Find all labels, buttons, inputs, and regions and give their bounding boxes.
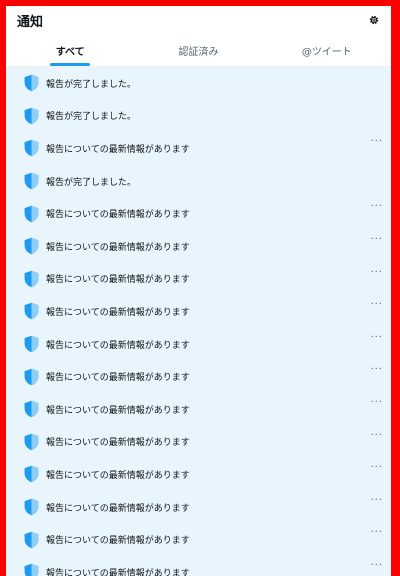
tab-verified[interactable]: 認証済み (134, 34, 262, 66)
more-icon[interactable]: ··· (370, 463, 383, 473)
shield-icon (23, 433, 40, 451)
more-icon[interactable]: ··· (370, 137, 383, 147)
shield-icon (23, 74, 40, 92)
notifications-panel: 通知 すべて 認証済み @ツイート 報告が完了しました。 報告が完了しました。 報告… (6, 6, 391, 576)
shield-icon (23, 139, 40, 157)
notification-text: 報告が完了しました。 (46, 112, 137, 123)
shield-icon (23, 563, 40, 576)
notification-text: 報告についての最新情報があります (46, 144, 190, 155)
list-item[interactable]: 報告についての最新情報があります ··· (6, 491, 391, 524)
notification-text: 報告についての最新情報があります (46, 405, 190, 416)
notification-text: 報告についての最新情報があります (46, 307, 190, 318)
more-icon[interactable]: ··· (370, 430, 383, 440)
shield-icon (23, 368, 40, 386)
more-icon[interactable]: ··· (370, 365, 383, 375)
header: 通知 (6, 6, 391, 34)
list-item[interactable]: 報告についての最新情報があります ··· (6, 263, 391, 296)
shield-icon (23, 400, 40, 418)
list-item[interactable]: 報告が完了しました。 (6, 100, 391, 133)
more-icon[interactable]: ··· (370, 560, 383, 570)
list-item[interactable]: 報告についての最新情報があります ··· (6, 295, 391, 328)
list-item[interactable]: 報告についての最新情報があります ··· (6, 197, 391, 230)
notification-text: 報告についての最新情報があります (46, 242, 190, 253)
shield-icon (23, 205, 40, 223)
list-item[interactable]: 報告が完了しました。 (6, 67, 391, 100)
notification-text: 報告が完了しました。 (46, 79, 137, 90)
list-item[interactable]: 報告についての最新情報があります ··· (6, 360, 391, 393)
tab-mentions[interactable]: @ツイート (263, 34, 391, 66)
notification-text: 報告についての最新情報があります (46, 503, 190, 514)
gear-icon[interactable] (367, 13, 381, 27)
more-icon[interactable]: ··· (370, 300, 383, 310)
shield-icon (23, 465, 40, 483)
notification-text: 報告についての最新情報があります (46, 275, 190, 286)
shield-icon (23, 335, 40, 353)
more-icon[interactable]: ··· (370, 495, 383, 505)
list-item[interactable]: 報告についての最新情報があります ··· (6, 458, 391, 491)
tab-bar: すべて 認証済み @ツイート (6, 34, 391, 67)
shield-icon (23, 270, 40, 288)
notification-text: 報告についての最新情報があります (46, 470, 190, 481)
list-item[interactable]: 報告についての最新情報があります ··· (6, 426, 391, 459)
notification-text: 報告が完了しました。 (46, 177, 137, 188)
list-item[interactable]: 報告についての最新情報があります ··· (6, 230, 391, 263)
more-icon[interactable]: ··· (370, 528, 383, 538)
more-icon[interactable]: ··· (370, 397, 383, 407)
list-item[interactable]: 報告が完了しました。 (6, 165, 391, 198)
shield-icon (23, 172, 40, 190)
notification-text: 報告についての最新情報があります (46, 210, 190, 221)
list-item[interactable]: 報告についての最新情報があります ··· (6, 556, 391, 576)
list-item[interactable]: 報告についての最新情報があります ··· (6, 523, 391, 556)
tab-verified-label: 認証済み (178, 46, 219, 58)
more-icon[interactable]: ··· (370, 202, 383, 212)
tab-mentions-label: @ツイート (301, 46, 352, 58)
notification-text: 報告についての最新情報があります (46, 568, 190, 576)
shield-icon (23, 498, 40, 516)
page-title: 通知 (17, 14, 44, 30)
notification-text: 報告についての最新情報があります (46, 340, 190, 351)
more-icon[interactable]: ··· (370, 267, 383, 277)
list-item[interactable]: 報告についての最新情報があります ··· (6, 393, 391, 426)
notification-text: 報告についての最新情報があります (46, 373, 190, 384)
tab-all-label: すべて (55, 46, 85, 58)
shield-icon (23, 237, 40, 255)
shield-icon (23, 302, 40, 320)
shield-icon (23, 107, 40, 125)
notification-text: 報告についての最新情報があります (46, 536, 190, 547)
tab-all[interactable]: すべて (6, 34, 134, 66)
more-icon[interactable]: ··· (370, 234, 383, 244)
list-item[interactable]: 報告についての最新情報があります ··· (6, 328, 391, 361)
notification-text: 報告についての最新情報があります (46, 438, 190, 449)
notification-list: 報告が完了しました。 報告が完了しました。 報告についての最新情報があります ··· 報… (6, 67, 391, 576)
list-item[interactable]: 報告についての最新情報があります ··· (6, 132, 391, 165)
shield-icon (23, 531, 40, 549)
more-icon[interactable]: ··· (370, 332, 383, 342)
